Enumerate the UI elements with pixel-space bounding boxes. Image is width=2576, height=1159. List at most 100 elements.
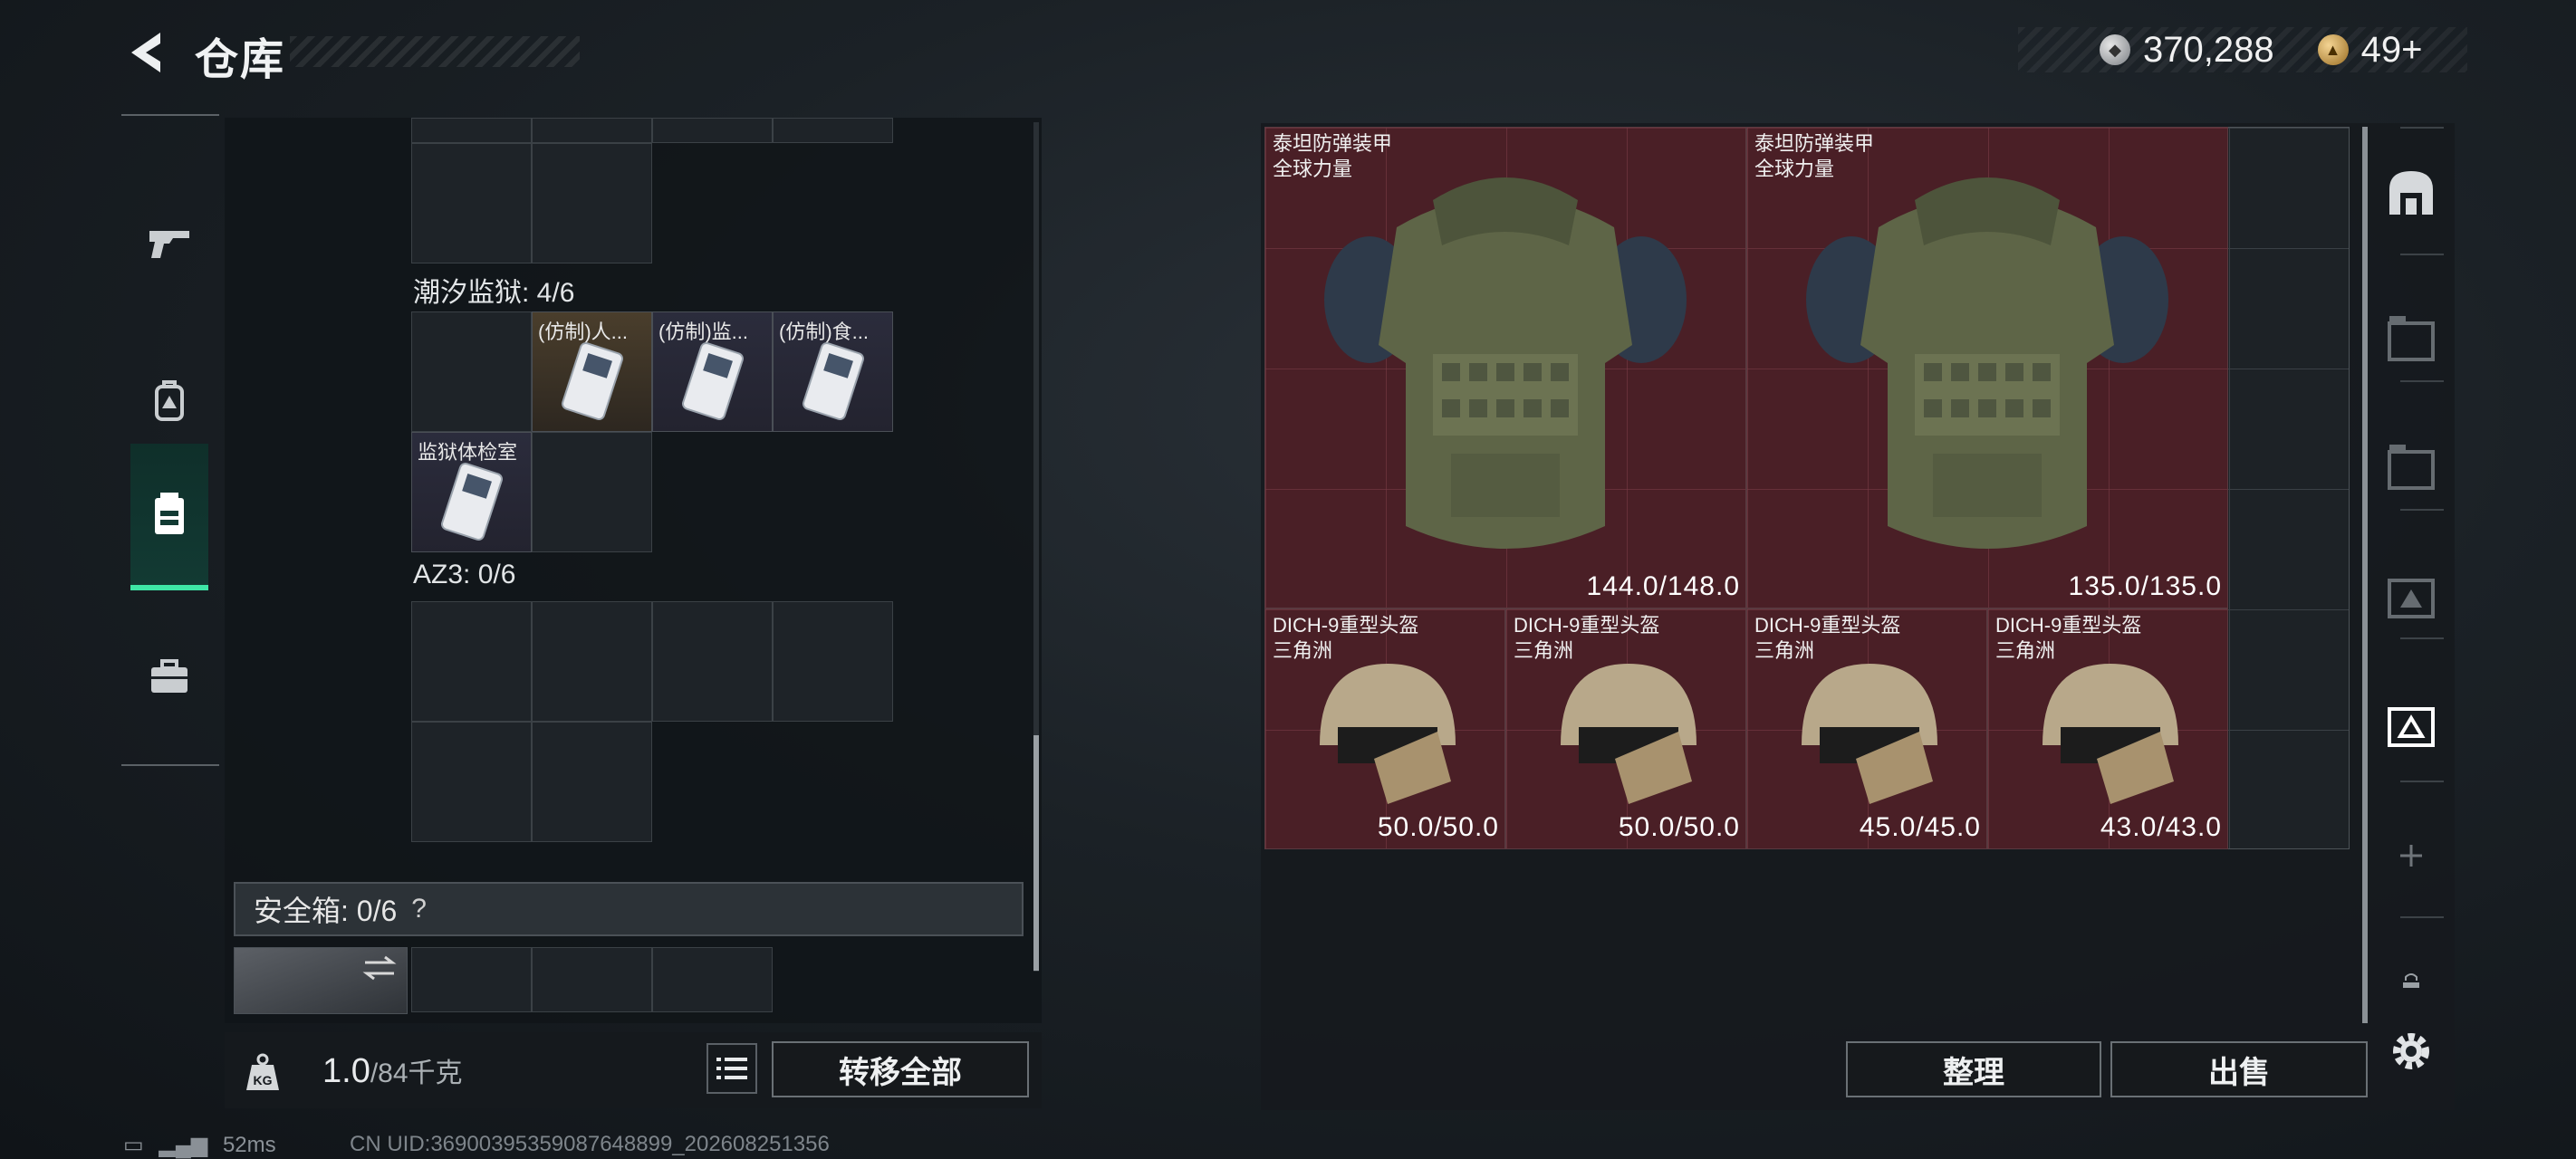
durability: 50.0/50.0	[1618, 812, 1740, 842]
helmet-item[interactable]: DICH-9重型头盔 三角洲 50.0/50.0	[1505, 608, 1746, 849]
safe-box-label: 安全箱: 0/6	[254, 895, 398, 927]
rail-divider	[2400, 254, 2444, 255]
grid-slot[interactable]	[411, 311, 532, 432]
silver-amount: 370,288	[2143, 29, 2274, 70]
vest-icon	[155, 493, 184, 534]
keycard-icon	[802, 342, 865, 420]
stash-rail-scroll[interactable]	[2362, 127, 2368, 1023]
keycard-item[interactable]: (仿制)食...	[773, 311, 893, 432]
rail-divider	[2400, 781, 2444, 782]
helmet-icon	[1320, 664, 1456, 804]
signal-icon: ▂▄▆	[159, 1133, 208, 1157]
rail-divider	[2400, 380, 2444, 382]
grid-slot[interactable]	[411, 947, 532, 1012]
tab-chest-rig[interactable]	[130, 444, 208, 590]
uid-text: CN UID:36900395359087648899_202608251356	[350, 1132, 830, 1156]
helmet-icon	[1561, 664, 1697, 804]
rail-small-button[interactable]	[2378, 947, 2445, 1014]
settings-button[interactable]	[2378, 1018, 2445, 1085]
rail-divider	[2400, 509, 2444, 511]
page-title: 仓库	[195, 36, 286, 84]
stash-page-icon	[2388, 445, 2435, 490]
grid-slot[interactable]	[532, 722, 652, 842]
keycard-icon	[681, 342, 745, 420]
stash-page-icon	[2388, 707, 2435, 747]
helmet-item[interactable]: DICH-9重型头盔 三角洲 43.0/43.0	[1987, 608, 2228, 849]
gold-coin-icon: ▲	[2317, 34, 2349, 65]
grid-slot[interactable]	[652, 601, 773, 722]
help-icon[interactable]: ?	[411, 894, 427, 924]
durability: 45.0/45.0	[1859, 812, 1981, 842]
rail-tab-overview[interactable]	[2378, 159, 2445, 226]
silver-coin-icon: ◆	[2100, 34, 2130, 65]
keycard-item[interactable]: (仿制)人...	[532, 311, 652, 432]
safe-box-swap-slot[interactable]	[234, 947, 408, 1014]
currency-bar: ◆ 370,288 ▲ 49+	[2018, 27, 2467, 72]
weight-icon: KG	[241, 1050, 284, 1094]
tab-case[interactable]	[130, 603, 208, 750]
body-armor-icon	[1806, 177, 2168, 549]
durability: 50.0/50.0	[1377, 812, 1499, 842]
weight-current: 1.0	[322, 1052, 370, 1090]
briefcase-icon	[151, 659, 187, 693]
grid-slot[interactable]	[411, 143, 532, 263]
grid-slot[interactable]	[532, 947, 652, 1012]
add-stash-page-button[interactable]	[2378, 822, 2445, 889]
rail-tab-stash-4-active[interactable]	[2378, 690, 2445, 757]
tab-weapons[interactable]	[130, 170, 208, 317]
weight-max: /84千克	[370, 1058, 463, 1088]
rail-divider	[2400, 637, 2444, 639]
grid-slot[interactable]	[532, 432, 652, 552]
durability: 144.0/148.0	[1586, 571, 1740, 601]
scrollbar-thumb[interactable]	[1033, 735, 1039, 971]
grid-slot[interactable]	[411, 601, 532, 722]
list-view-button[interactable]	[706, 1043, 757, 1094]
gear-icon	[2393, 1033, 2429, 1069]
helmet-item[interactable]: DICH-9重型头盔 三角洲 50.0/50.0	[1264, 608, 1505, 849]
pistol-icon	[149, 231, 189, 258]
title-decoration	[290, 36, 580, 67]
rail-tab-stash-2[interactable]	[2378, 433, 2445, 500]
body-armor-icon	[1324, 177, 1687, 549]
grid-slot[interactable]	[652, 947, 773, 1012]
grid-slot[interactable]	[652, 118, 773, 143]
grid-slot[interactable]	[532, 143, 652, 263]
left-tab-column	[121, 114, 219, 766]
grid-slot[interactable]	[773, 118, 893, 143]
durability: 43.0/43.0	[2100, 812, 2222, 842]
rail-tab-stash-1[interactable]	[2378, 304, 2445, 371]
armor-item[interactable]: 泰坦防弹装甲 全球力量 135.0/135.0	[1746, 127, 2228, 608]
stash-page-icon	[2388, 579, 2435, 618]
grid-slot[interactable]	[773, 601, 893, 722]
grid-slot[interactable]	[532, 118, 652, 143]
battery-icon: ▭	[123, 1133, 144, 1157]
list-icon	[716, 1058, 747, 1079]
back-button[interactable]	[118, 25, 172, 80]
transfer-all-button[interactable]: 转移全部	[772, 1041, 1029, 1097]
container-label: 潮汐监狱: 4/6	[413, 278, 575, 308]
armor-item[interactable]: 泰坦防弹装甲 全球力量 144.0/148.0	[1264, 127, 1746, 608]
sell-button[interactable]: 出售	[2110, 1041, 2368, 1097]
ping-readout: 52ms	[222, 1133, 276, 1157]
helmet-item[interactable]: DICH-9重型头盔 三角洲 45.0/45.0	[1746, 608, 1987, 849]
grid-slot[interactable]	[411, 118, 532, 143]
keycard-icon	[440, 463, 504, 541]
sort-button[interactable]: 整理	[1846, 1041, 2101, 1097]
safe-box-header: 安全箱: 0/6 ?	[234, 882, 1024, 936]
back-arrow-icon	[131, 33, 160, 72]
gold-amount[interactable]: 49+	[2361, 30, 2423, 71]
rail-divider	[2400, 916, 2444, 918]
rail-divider	[2400, 127, 2444, 129]
rail-tab-stash-3[interactable]	[2378, 561, 2445, 628]
grid-slot[interactable]	[411, 722, 532, 842]
helmet-icon	[1802, 664, 1937, 804]
swap-icon	[362, 955, 397, 981]
keycard-item[interactable]: (仿制)监...	[652, 311, 773, 432]
vault-icon	[2389, 171, 2433, 215]
durability: 135.0/135.0	[2068, 571, 2222, 601]
backpack-icon	[155, 380, 184, 421]
grid-slot[interactable]	[532, 601, 652, 722]
lock-icon	[2403, 973, 2419, 988]
keycard-item[interactable]: 监狱体检室	[411, 432, 532, 552]
network-status: ▭ ▂▄▆ 52ms	[123, 1132, 276, 1158]
